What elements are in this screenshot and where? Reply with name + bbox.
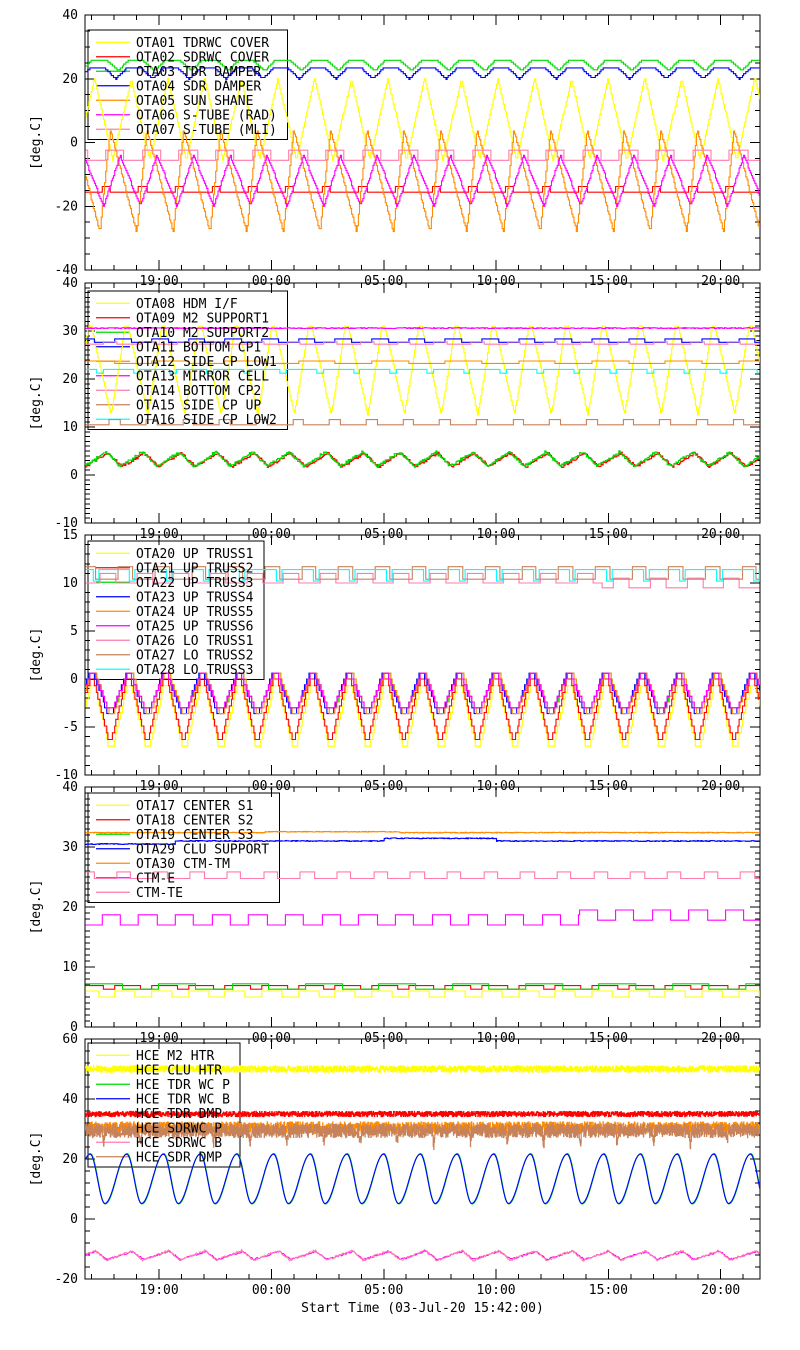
legend-entry: OTA12 SIDE CP LOW1 bbox=[136, 355, 277, 370]
y-tick-label: 40 bbox=[62, 780, 78, 795]
legend-entry: OTA30 CTM-TM bbox=[136, 857, 230, 872]
legend-entry: OTA25 UP TRUSS6 bbox=[136, 619, 253, 634]
legend-entry: CTM-TE bbox=[136, 886, 183, 901]
y-tick-label: 20 bbox=[62, 372, 78, 387]
legend-entry: OTA23 UP TRUSS4 bbox=[136, 590, 254, 605]
y-tick-label: 0 bbox=[70, 672, 78, 687]
y-tick-label: 10 bbox=[62, 576, 78, 591]
legend-entry: OTA20 UP TRUSS1 bbox=[136, 547, 253, 562]
series-ota19-center-s3 bbox=[85, 983, 760, 990]
y-tick-label: 40 bbox=[62, 1092, 78, 1107]
x-tick-label: 15:00 bbox=[589, 1283, 628, 1298]
series-ota25-up-truss6 bbox=[85, 672, 760, 709]
y-axis-label: [deg.C] bbox=[29, 115, 44, 170]
x-tick-label: 20:00 bbox=[701, 1283, 740, 1298]
legend-entry: OTA19 CENTER S3 bbox=[136, 828, 253, 843]
legend-entry: OTA17 CENTER S1 bbox=[136, 799, 253, 814]
series-ota05-sun-shane bbox=[85, 130, 760, 232]
y-axis-label: [deg.C] bbox=[29, 628, 44, 683]
series-ota17-center-s1 bbox=[85, 990, 760, 998]
series-ota22-up-truss3 bbox=[85, 672, 760, 709]
legend-entry: OTA18 CENTER S2 bbox=[136, 813, 253, 828]
legend-entry: OTA21 UP TRUSS2 bbox=[136, 561, 253, 576]
legend-entry: OTA08 HDM I/F bbox=[136, 297, 238, 312]
temperature-multipanel-chart: -40-200204019:00 00:00 05:00 10:00 15:00 20:0… bbox=[29, 8, 761, 1316]
legend-entry: OTA01 TDRWC COVER bbox=[136, 36, 269, 51]
legend-entry: OTA13 MIRROR CELL bbox=[136, 369, 269, 384]
y-tick-label: 40 bbox=[62, 8, 78, 23]
y-tick-label: 30 bbox=[62, 840, 78, 855]
y-axis-label: [deg.C] bbox=[29, 1132, 44, 1187]
y-axis-label: [deg.C] bbox=[29, 880, 44, 935]
series-ctm-te bbox=[85, 871, 760, 880]
legend-entry: HCE CLU HTR bbox=[136, 1063, 222, 1078]
legend-entry: OTA27 LO TRUSS2 bbox=[136, 648, 253, 663]
legend-entry: OTA07 S-TUBE (MLI) bbox=[136, 123, 277, 138]
legend-entry: OTA16 SIDE CP LOW2 bbox=[136, 413, 277, 428]
y-tick-label: 5 bbox=[70, 624, 78, 639]
y-tick-label: -5 bbox=[62, 720, 78, 735]
x-tick-label: 19:00 bbox=[140, 1283, 179, 1298]
legend-entry: HCE TDR DMP bbox=[136, 1107, 222, 1122]
legend-entry: HCE TDR WC P bbox=[136, 1078, 230, 1093]
legend-entry: OTA26 LO TRUSS1 bbox=[136, 634, 253, 649]
y-tick-label: 0 bbox=[70, 136, 78, 151]
legend-entry: OTA24 UP TRUSS5 bbox=[136, 605, 253, 620]
y-tick-label: -20 bbox=[55, 1272, 78, 1287]
series-hce-sdrwc-b bbox=[85, 1248, 760, 1262]
legend-entry: HCE M2 HTR bbox=[136, 1049, 214, 1064]
y-tick-label: 0 bbox=[70, 1212, 78, 1227]
legend-entry: HCE SDRWC P bbox=[136, 1121, 222, 1136]
legend-entry: OTA28 LO TRUSS3 bbox=[136, 663, 253, 678]
y-axis-label: [deg.C] bbox=[29, 376, 44, 431]
y-tick-label: 30 bbox=[62, 324, 78, 339]
legend-entry: OTA04 SDR DAMPER bbox=[136, 79, 261, 94]
legend-entry: OTA02 SDRWC COVER bbox=[136, 50, 269, 65]
legend-entry: HCE SDRWC B bbox=[136, 1136, 222, 1151]
legend-entry: HCE SDR DMP bbox=[136, 1150, 222, 1165]
x-axis-title: Start Time (03-Jul-20 15:42:00) bbox=[301, 1301, 544, 1316]
y-tick-label: 60 bbox=[62, 1032, 78, 1047]
y-tick-label: 15 bbox=[62, 528, 78, 543]
legend-entry: OTA10 M2 SUPPORT2 bbox=[136, 326, 269, 341]
legend-entry: OTA05 SUN SHANE bbox=[136, 94, 253, 109]
x-tick-label: 00:00 bbox=[252, 1283, 291, 1298]
legend-entry: OTA03 TDR DAMPER bbox=[136, 65, 261, 80]
y-tick-label: 40 bbox=[62, 276, 78, 291]
series-ctm-e bbox=[85, 909, 760, 926]
telemetry-figure: -40 -20 0 20 40 19:00 00:00 05:00 10:00 15:00 20:0… bbox=[0, 0, 800, 1350]
legend-entry: HCE TDR WC B bbox=[136, 1092, 230, 1107]
legend-entry: OTA14 BOTTOM CP2 bbox=[136, 384, 261, 399]
legend-entry: OTA15 SIDE CP UP bbox=[136, 398, 261, 413]
legend-entry: OTA06 S-TUBE (RAD) bbox=[136, 108, 277, 123]
y-tick-label: 20 bbox=[62, 1152, 78, 1167]
y-tick-label: 0 bbox=[70, 468, 78, 483]
y-tick-label: 20 bbox=[62, 72, 78, 87]
legend-entry: OTA29 CLU SUPPORT bbox=[136, 842, 269, 857]
y-tick-label: -20 bbox=[55, 199, 78, 214]
y-tick-label: 20 bbox=[62, 900, 78, 915]
series-ota06-s-tube-rad- bbox=[85, 154, 760, 207]
y-tick-label: 10 bbox=[62, 420, 78, 435]
series-hce-sdrwc-p bbox=[85, 1249, 760, 1262]
series-ota10-m2-support2 bbox=[85, 450, 760, 468]
y-tick-label: 10 bbox=[62, 960, 78, 975]
legend-entry: OTA09 M2 SUPPORT1 bbox=[136, 311, 269, 326]
x-tick-label: 05:00 bbox=[364, 1283, 403, 1298]
x-tick-label: 10:00 bbox=[476, 1283, 515, 1298]
legend-entry: CTM-E bbox=[136, 871, 175, 886]
legend-entry: OTA11 BOTTOM CP1 bbox=[136, 340, 261, 355]
legend-entry: OTA22 UP TRUSS3 bbox=[136, 576, 253, 591]
